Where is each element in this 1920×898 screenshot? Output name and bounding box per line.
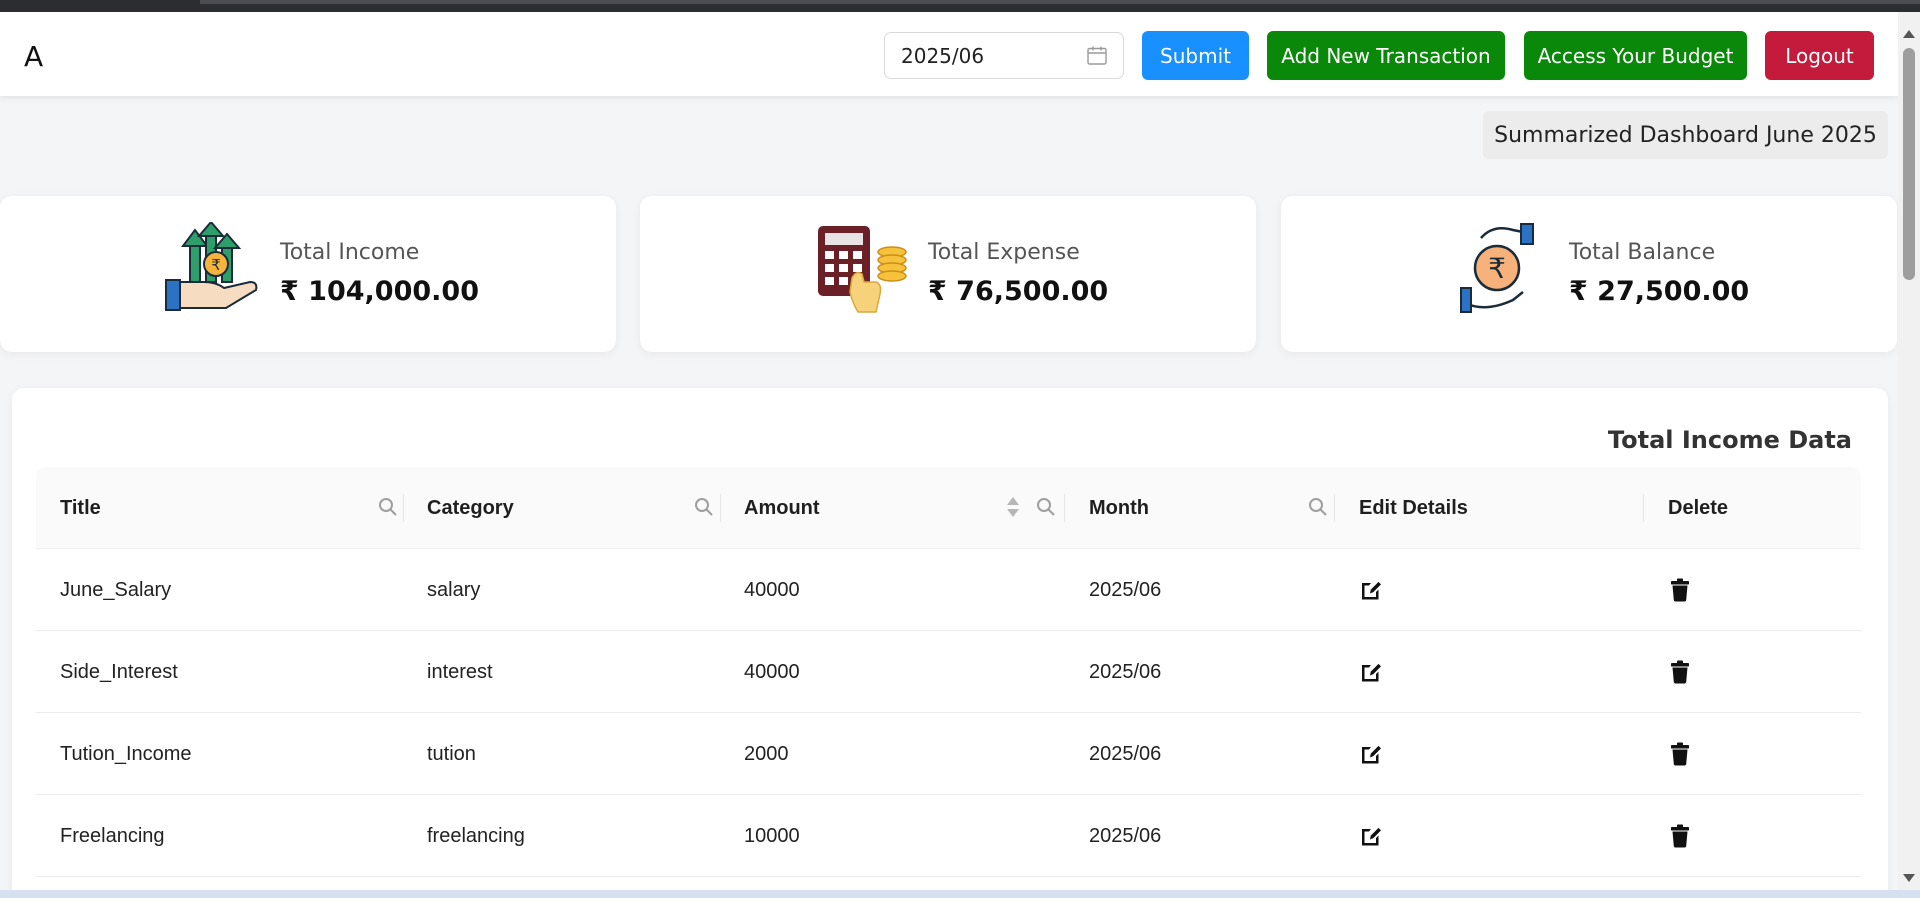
trash-icon[interactable] (1669, 824, 1691, 848)
column-header-delete: Delete (1668, 496, 1729, 519)
trash-icon[interactable] (1669, 742, 1691, 766)
edit-icon[interactable] (1359, 742, 1381, 766)
calculator-coins-icon (818, 226, 907, 313)
month-picker-value: 2025/06 (901, 43, 985, 68)
total-expense-label: Total Expense (928, 240, 1080, 265)
scroll-thumb[interactable] (1903, 48, 1915, 280)
cell-title: Freelancing (60, 824, 165, 847)
edit-icon[interactable] (1359, 578, 1381, 602)
scroll-down-arrow-icon[interactable] (1903, 874, 1915, 882)
cell-month: 2025/06 (1089, 660, 1162, 683)
income-hand-icon: ₹ (165, 222, 258, 311)
rupee-hands-icon: ₹ (1460, 223, 1534, 313)
total-expense-value: ₹ 76,500.00 (928, 276, 1109, 307)
browser-top-strip (0, 0, 1920, 12)
total-income-card: ₹ Total Income ₹ 104,000.00 (0, 196, 616, 352)
month-picker[interactable]: 2025/06 (884, 32, 1124, 79)
cell-title: June_Salary (60, 578, 172, 601)
total-balance-card: ₹ Total Balance ₹ 27,500.00 (1281, 196, 1897, 352)
column-header-category: Category (427, 496, 514, 519)
total-income-value: ₹ 104,000.00 (280, 276, 479, 307)
top-navbar: A 2025/06 Submit Add New Transaction Acc… (0, 12, 1898, 96)
column-header-month: Month (1089, 496, 1149, 519)
trash-icon[interactable] (1669, 578, 1691, 602)
edit-icon[interactable] (1359, 824, 1381, 848)
dashboard-summary-badge: Summarized Dashboard June 2025 (1483, 111, 1888, 159)
svg-text:₹: ₹ (1488, 252, 1506, 285)
search-icon[interactable] (694, 497, 714, 517)
cell-month: 2025/06 (1089, 742, 1162, 765)
total-income-label: Total Income (280, 240, 420, 265)
table-title: Total Income Data (1607, 426, 1852, 454)
cell-amount: 40000 (744, 660, 800, 683)
search-icon[interactable] (1308, 497, 1328, 517)
calendar-icon[interactable] (1087, 46, 1107, 65)
cell-title: Side_Interest (60, 660, 178, 683)
cell-title: Tution_Income (60, 742, 192, 765)
cell-amount: 40000 (744, 578, 800, 601)
total-expense-card: Total Expense ₹ 76,500.00 (640, 196, 1256, 352)
sort-icon[interactable] (1006, 495, 1020, 519)
access-budget-button[interactable]: Access Your Budget (1524, 31, 1747, 80)
scroll-up-arrow-icon[interactable] (1903, 30, 1915, 38)
cell-category: freelancing (427, 824, 525, 847)
cell-month: 2025/06 (1089, 824, 1162, 847)
table-row: June_Salary salary 40000 2025/06 (36, 549, 1861, 631)
browser-bottom-strip (0, 890, 1920, 898)
total-balance-label: Total Balance (1569, 240, 1716, 265)
app-viewport: A 2025/06 Submit Add New Transaction Acc… (0, 12, 1898, 890)
table-row: Freelancing freelancing 10000 2025/06 (36, 795, 1861, 877)
app-logo[interactable]: A (24, 40, 43, 73)
submit-button[interactable]: Submit (1142, 31, 1249, 80)
logout-button[interactable]: Logout (1765, 31, 1874, 80)
column-header-edit: Edit Details (1359, 496, 1468, 519)
cell-category: interest (427, 660, 493, 683)
cell-amount: 10000 (744, 824, 800, 847)
edit-icon[interactable] (1359, 660, 1381, 684)
table-row: Side_Interest interest 40000 2025/06 (36, 631, 1861, 713)
add-transaction-button[interactable]: Add New Transaction (1267, 31, 1505, 80)
cell-category: salary (427, 578, 481, 601)
total-balance-value: ₹ 27,500.00 (1569, 276, 1750, 307)
column-header-title: Title (60, 496, 101, 519)
trash-icon[interactable] (1669, 660, 1691, 684)
table-row: Tution_Income tution 2000 2025/06 (36, 713, 1861, 795)
income-table-panel: Total Income Data Title Category Amount (12, 388, 1888, 890)
svg-text:₹: ₹ (211, 256, 221, 274)
cell-category: tution (427, 742, 476, 765)
search-icon[interactable] (378, 497, 398, 517)
table-header: Title Category Amount Month Edit Details… (36, 467, 1861, 549)
cell-month: 2025/06 (1089, 578, 1162, 601)
column-header-amount[interactable]: Amount (744, 467, 820, 549)
cell-amount: 2000 (744, 742, 789, 765)
search-icon[interactable] (1036, 497, 1056, 517)
page-scrollbar[interactable] (1898, 12, 1920, 890)
